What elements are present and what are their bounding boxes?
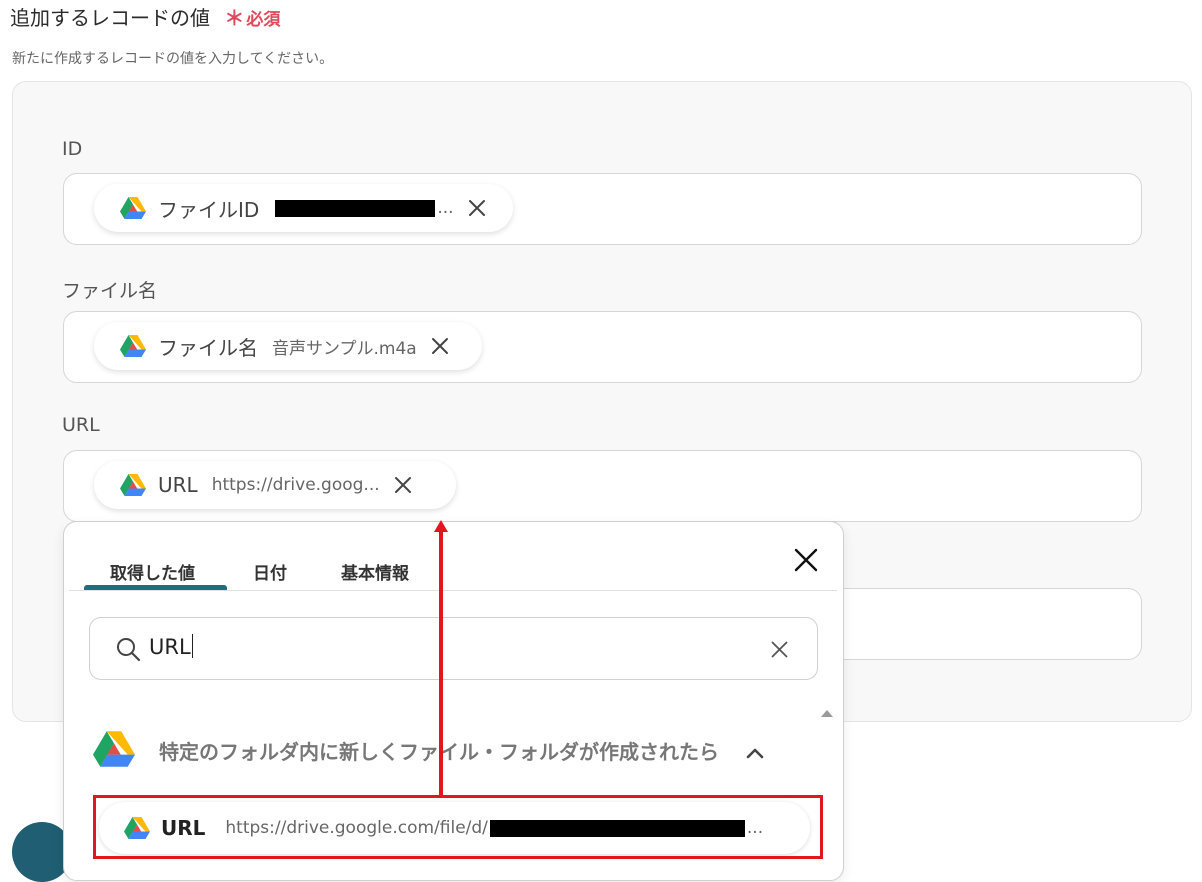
search-input-text: URL: [149, 634, 193, 659]
close-icon: [394, 477, 411, 493]
text-caret: [191, 634, 193, 658]
annotation-highlight-box: [93, 795, 823, 859]
search-value: URL: [149, 635, 191, 659]
close-icon: [431, 338, 448, 354]
tab-divider: [69, 590, 837, 591]
section-description: 新たに作成するレコードの値を入力してください。: [12, 51, 334, 67]
search-input[interactable]: URL: [89, 617, 818, 680]
chip-label: ファイル名: [158, 335, 258, 360]
close-icon: [771, 641, 788, 658]
remove-chip-button[interactable]: [394, 476, 412, 494]
close-popup-button[interactable]: [794, 548, 818, 576]
required-mark: ＊: [224, 6, 245, 30]
value-chip-file-name[interactable]: ファイル名 音声サンプル.m4a: [94, 322, 482, 370]
chip-label: ファイルID: [158, 197, 260, 222]
chip-label: URL: [158, 473, 198, 497]
google-drive-icon: [120, 335, 146, 357]
field-label-file-name: ファイル名: [62, 280, 158, 302]
close-icon: [794, 548, 818, 572]
close-icon: [468, 200, 485, 216]
chip-value: https://drive.goog...: [211, 475, 380, 495]
section-title: 追加するレコードの値 ＊必須: [10, 2, 280, 31]
search-icon: [117, 638, 141, 662]
tab-acquired-values[interactable]: 取得した値: [110, 559, 195, 584]
value-chip-url[interactable]: URL https://drive.goog...: [94, 461, 456, 509]
remove-chip-button[interactable]: [468, 199, 486, 217]
clear-search-button[interactable]: [771, 641, 788, 662]
google-drive-icon: [120, 197, 146, 219]
google-drive-icon: [120, 474, 146, 496]
annotation-arrow-head: [434, 520, 448, 532]
redacted-value: [275, 199, 436, 217]
annotation-arrow-line: [439, 532, 443, 797]
chip-value-suffix: ...: [437, 198, 454, 218]
scroll-up-arrow[interactable]: [821, 710, 833, 717]
required-label: 必須: [246, 10, 281, 30]
required-badge: ＊必須: [224, 6, 281, 30]
remove-chip-button[interactable]: [431, 337, 449, 355]
tab-basic-info[interactable]: 基本情報: [341, 559, 409, 584]
google-drive-icon: [93, 731, 135, 767]
tab-date[interactable]: 日付: [253, 559, 287, 584]
chip-value: 音声サンプル.m4a: [272, 338, 417, 359]
value-chip-file-id[interactable]: ファイルID ...: [94, 184, 513, 232]
section-title-text: 追加するレコードの値: [10, 6, 210, 30]
field-label-id: ID: [62, 138, 83, 160]
chevron-up-icon: [746, 748, 764, 759]
collapse-group-button[interactable]: [746, 744, 764, 763]
field-label-url: URL: [62, 414, 100, 436]
